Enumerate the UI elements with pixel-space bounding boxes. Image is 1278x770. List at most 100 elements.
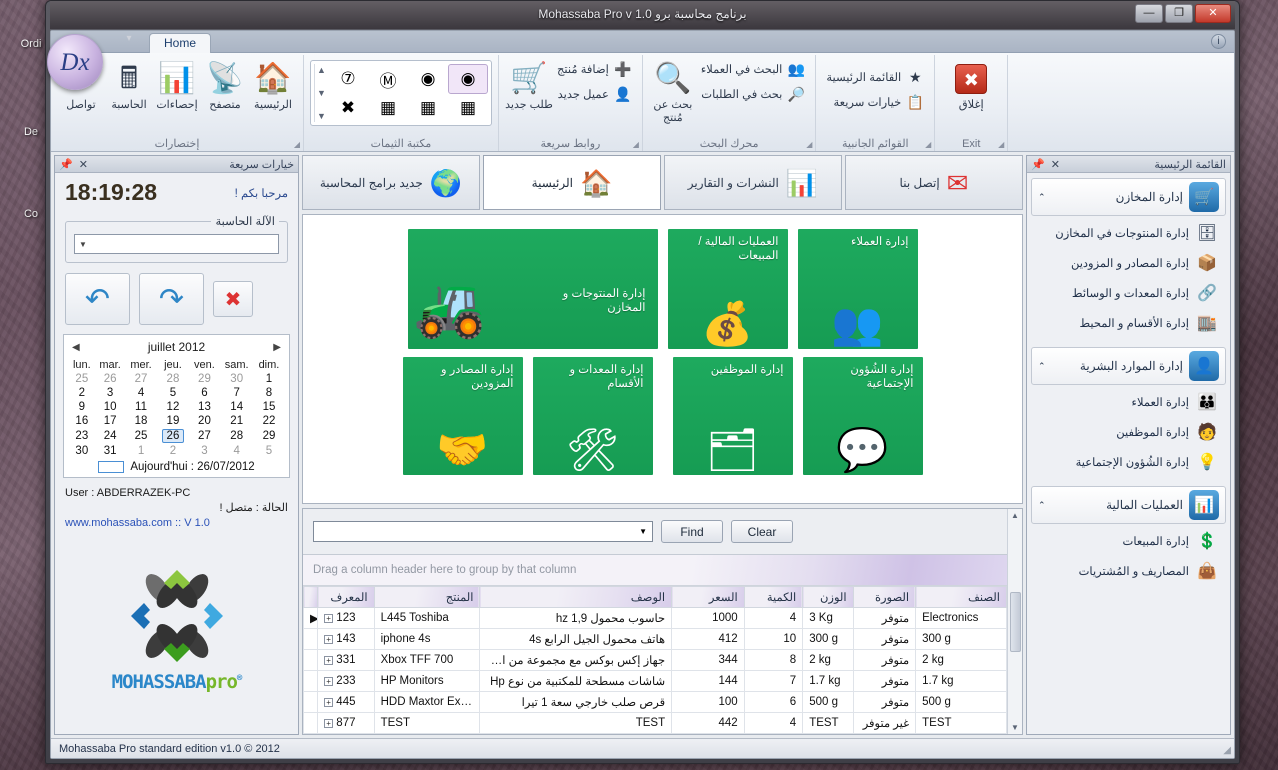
find-button[interactable]: Find (661, 520, 723, 544)
table-row[interactable]: + 445 HDD Maxtor External قرص صلب خارجي سع… (302, 691, 1007, 713)
theme-cell[interactable]: ▦ (368, 94, 408, 122)
calendar-day[interactable]: 23 (69, 428, 95, 444)
calendar-day[interactable]: 13 (189, 400, 219, 414)
ribbon-button-new-order[interactable]: 🛒 طلب جديد (505, 58, 553, 111)
menu-item[interactable]: 💲 إدارة المبيعات (1037, 526, 1220, 556)
calendar-day[interactable]: 8 (254, 386, 284, 400)
table-row[interactable]: + 877 TEST TEST 442 4 TEST غير متوفر TEST (302, 712, 1007, 734)
expand-icon[interactable]: + (324, 698, 334, 707)
scroll-down-icon[interactable]: ▼ (1011, 723, 1019, 732)
table-row[interactable]: ▶+ 123L445 Toshibaحاسوب محمول hz 1,91000… (302, 607, 1007, 629)
help-icon[interactable]: i (1211, 34, 1226, 49)
chevron-up-icon[interactable]: ⌃ (1038, 192, 1046, 203)
calendar-day[interactable]: 30 (69, 444, 95, 458)
calendar-day[interactable]: 18 (126, 414, 157, 428)
calendar-day[interactable]: 1 (254, 372, 284, 386)
calendar-day[interactable]: 3 (189, 444, 219, 458)
menu-item[interactable]: 🧑 إدارة الموظفين (1037, 417, 1220, 447)
calendar-day[interactable]: 26 (95, 372, 126, 386)
ribbon-button-quick-options[interactable]: 📋 خيارات سريعة (822, 91, 928, 113)
ribbon-button-search-clients[interactable]: 👥 البحث في العملاء (697, 58, 810, 80)
back-button[interactable]: ↶ (65, 273, 130, 325)
calendar-day[interactable]: 10 (95, 400, 126, 414)
scroll-down-icon[interactable]: ▼ (317, 88, 326, 98)
menu-item[interactable]: 🔗 إدارة المعدات و الوسائط (1037, 278, 1220, 308)
calendar-day[interactable]: 2 (156, 444, 189, 458)
calendar-day[interactable]: 24 (95, 428, 126, 444)
tab-accounting-news[interactable]: 🌍 جديد برامج المحاسبة (302, 155, 480, 210)
menu-item[interactable]: 📦 إدارة المصادر و المزودين (1037, 248, 1220, 278)
ribbon-button-statistics[interactable]: 📊 إحصاءات (153, 58, 201, 111)
calendar-day[interactable]: 25 (126, 428, 157, 444)
dialog-launcher-icon[interactable]: ◢ (633, 140, 639, 149)
column-header[interactable]: الوصف (479, 586, 673, 608)
chevron-down-icon[interactable]: ▼ (79, 240, 87, 249)
scroll-up-icon[interactable]: ▲ (1011, 511, 1019, 520)
calendar-day[interactable]: 16 (69, 414, 95, 428)
table-row[interactable]: + 233 HP Monitors شاشات مسطحة للمكتبية من … (302, 670, 1007, 692)
calendar-day[interactable]: 28 (156, 372, 189, 386)
column-header[interactable]: الصنف (915, 586, 1007, 608)
theme-cell[interactable]: ◉ (408, 64, 448, 94)
tile-employees[interactable]: إدارة الموظفين 🗂 (672, 357, 793, 475)
calendar-day[interactable]: 7 (219, 386, 253, 400)
tile-sources-suppliers[interactable]: إدارة المصادر و المزودين 🤝 (402, 357, 523, 475)
theme-cell[interactable]: ⑦ (328, 64, 368, 94)
calendar-next-icon[interactable]: ▶ (273, 342, 281, 353)
expand-icon[interactable]: + (324, 719, 334, 728)
minimize-button[interactable]: — (1135, 4, 1163, 23)
ribbon-button-search-product[interactable]: 🔍 بحث عن مُنتج (649, 58, 697, 124)
calendar-day[interactable]: 25 (69, 372, 95, 386)
ribbon-button-new-client[interactable]: 👤 عميل جديد (553, 83, 636, 105)
dialog-launcher-icon[interactable]: ◢ (806, 140, 812, 149)
tab-contact-us[interactable]: ✉ إتصل بنا (845, 155, 1023, 210)
calendar-day[interactable]: 27 (189, 428, 219, 444)
dialog-launcher-icon[interactable]: ◢ (998, 140, 1004, 149)
column-header[interactable]: الصورة (852, 586, 917, 608)
chevron-up-icon[interactable]: ⌃ (1038, 500, 1046, 511)
calendar-day[interactable]: 14 (219, 400, 253, 414)
column-header[interactable]: الكمية (743, 586, 804, 608)
calendar-day[interactable]: 19 (156, 414, 189, 428)
tab-main[interactable]: 🏠 الرئيسية (483, 155, 661, 210)
calendar-day[interactable]: 5 (156, 386, 189, 400)
tile-social-affairs[interactable]: إدارة الشُؤون الإجتماعية 💬 (802, 357, 923, 475)
calendar-prev-icon[interactable]: ◀ (72, 342, 80, 353)
cancel-button[interactable]: ✖ (213, 281, 253, 317)
calendar-day[interactable]: 4 (126, 386, 157, 400)
calendar[interactable]: ◀ juillet 2012 ▶ lun. mar. mer. jeu. ven. sam… (63, 334, 290, 478)
clear-button[interactable]: Clear (731, 520, 793, 544)
pin-icon[interactable]: 📌 (1031, 158, 1045, 171)
tile-financial-sales[interactable]: العمليات المالية / المبيعات 💰 (667, 229, 788, 349)
column-header[interactable]: الوزن (802, 586, 854, 608)
expand-icon[interactable]: + (324, 656, 334, 665)
theme-cell[interactable]: ▦ (408, 94, 448, 122)
tile-clients[interactable]: إدارة العملاء 👥 (797, 229, 918, 349)
menu-item[interactable]: 🗄 إدارة المنتوجات في المخازن (1037, 218, 1220, 248)
application-menu-orb[interactable]: Dx (47, 34, 103, 90)
menu-group-header[interactable]: 🛒 إدارة المخازن ⌃ (1031, 178, 1226, 216)
quick-access-toolbar-arrow[interactable]: ▾ (109, 33, 149, 49)
close-icon[interactable]: ✕ (1051, 158, 1060, 171)
theme-gallery[interactable]: ◉ ◉ Ⓜ ⑦ ▦ ▦ ▦ ✖ ▲ ▼ ▼ (310, 60, 492, 126)
ribbon-button-home[interactable]: 🏠 الرئيسية (249, 58, 297, 111)
calendar-day[interactable]: 9 (69, 400, 95, 414)
grid-vertical-scrollbar[interactable]: ▲ ▼ (1007, 509, 1022, 734)
calendar-day[interactable]: 11 (126, 400, 157, 414)
gallery-scrollbar[interactable]: ▲ ▼ ▼ (314, 64, 328, 122)
menu-item[interactable]: 🏬 إدارة الأقسام و المحيط (1037, 308, 1220, 338)
expand-icon[interactable]: + (324, 677, 334, 686)
close-icon[interactable]: ✕ (79, 158, 88, 171)
menu-item[interactable]: 💡 إدارة الشُؤون الإجتماعية (1037, 447, 1220, 477)
maximize-button[interactable]: ❐ (1165, 4, 1193, 23)
calendar-day[interactable]: 15 (254, 400, 284, 414)
theme-cell[interactable]: ✖ (328, 94, 368, 122)
theme-cell[interactable]: ◉ (448, 64, 488, 94)
tab-home[interactable]: Home (149, 33, 212, 53)
calendar-day[interactable]: 2 (69, 386, 95, 400)
scroll-thumb[interactable] (1009, 591, 1021, 652)
table-row[interactable]: + 143 iphone 4s هاتف محمول الجيل الرابع 4s… (302, 628, 1007, 650)
calendar-day[interactable]: 12 (156, 400, 189, 414)
pin-icon[interactable]: 📌 (59, 158, 73, 171)
table-row[interactable]: + 331 Xbox TFF 700 جهاز إكس بوكس مع مجموعة… (302, 649, 1007, 671)
